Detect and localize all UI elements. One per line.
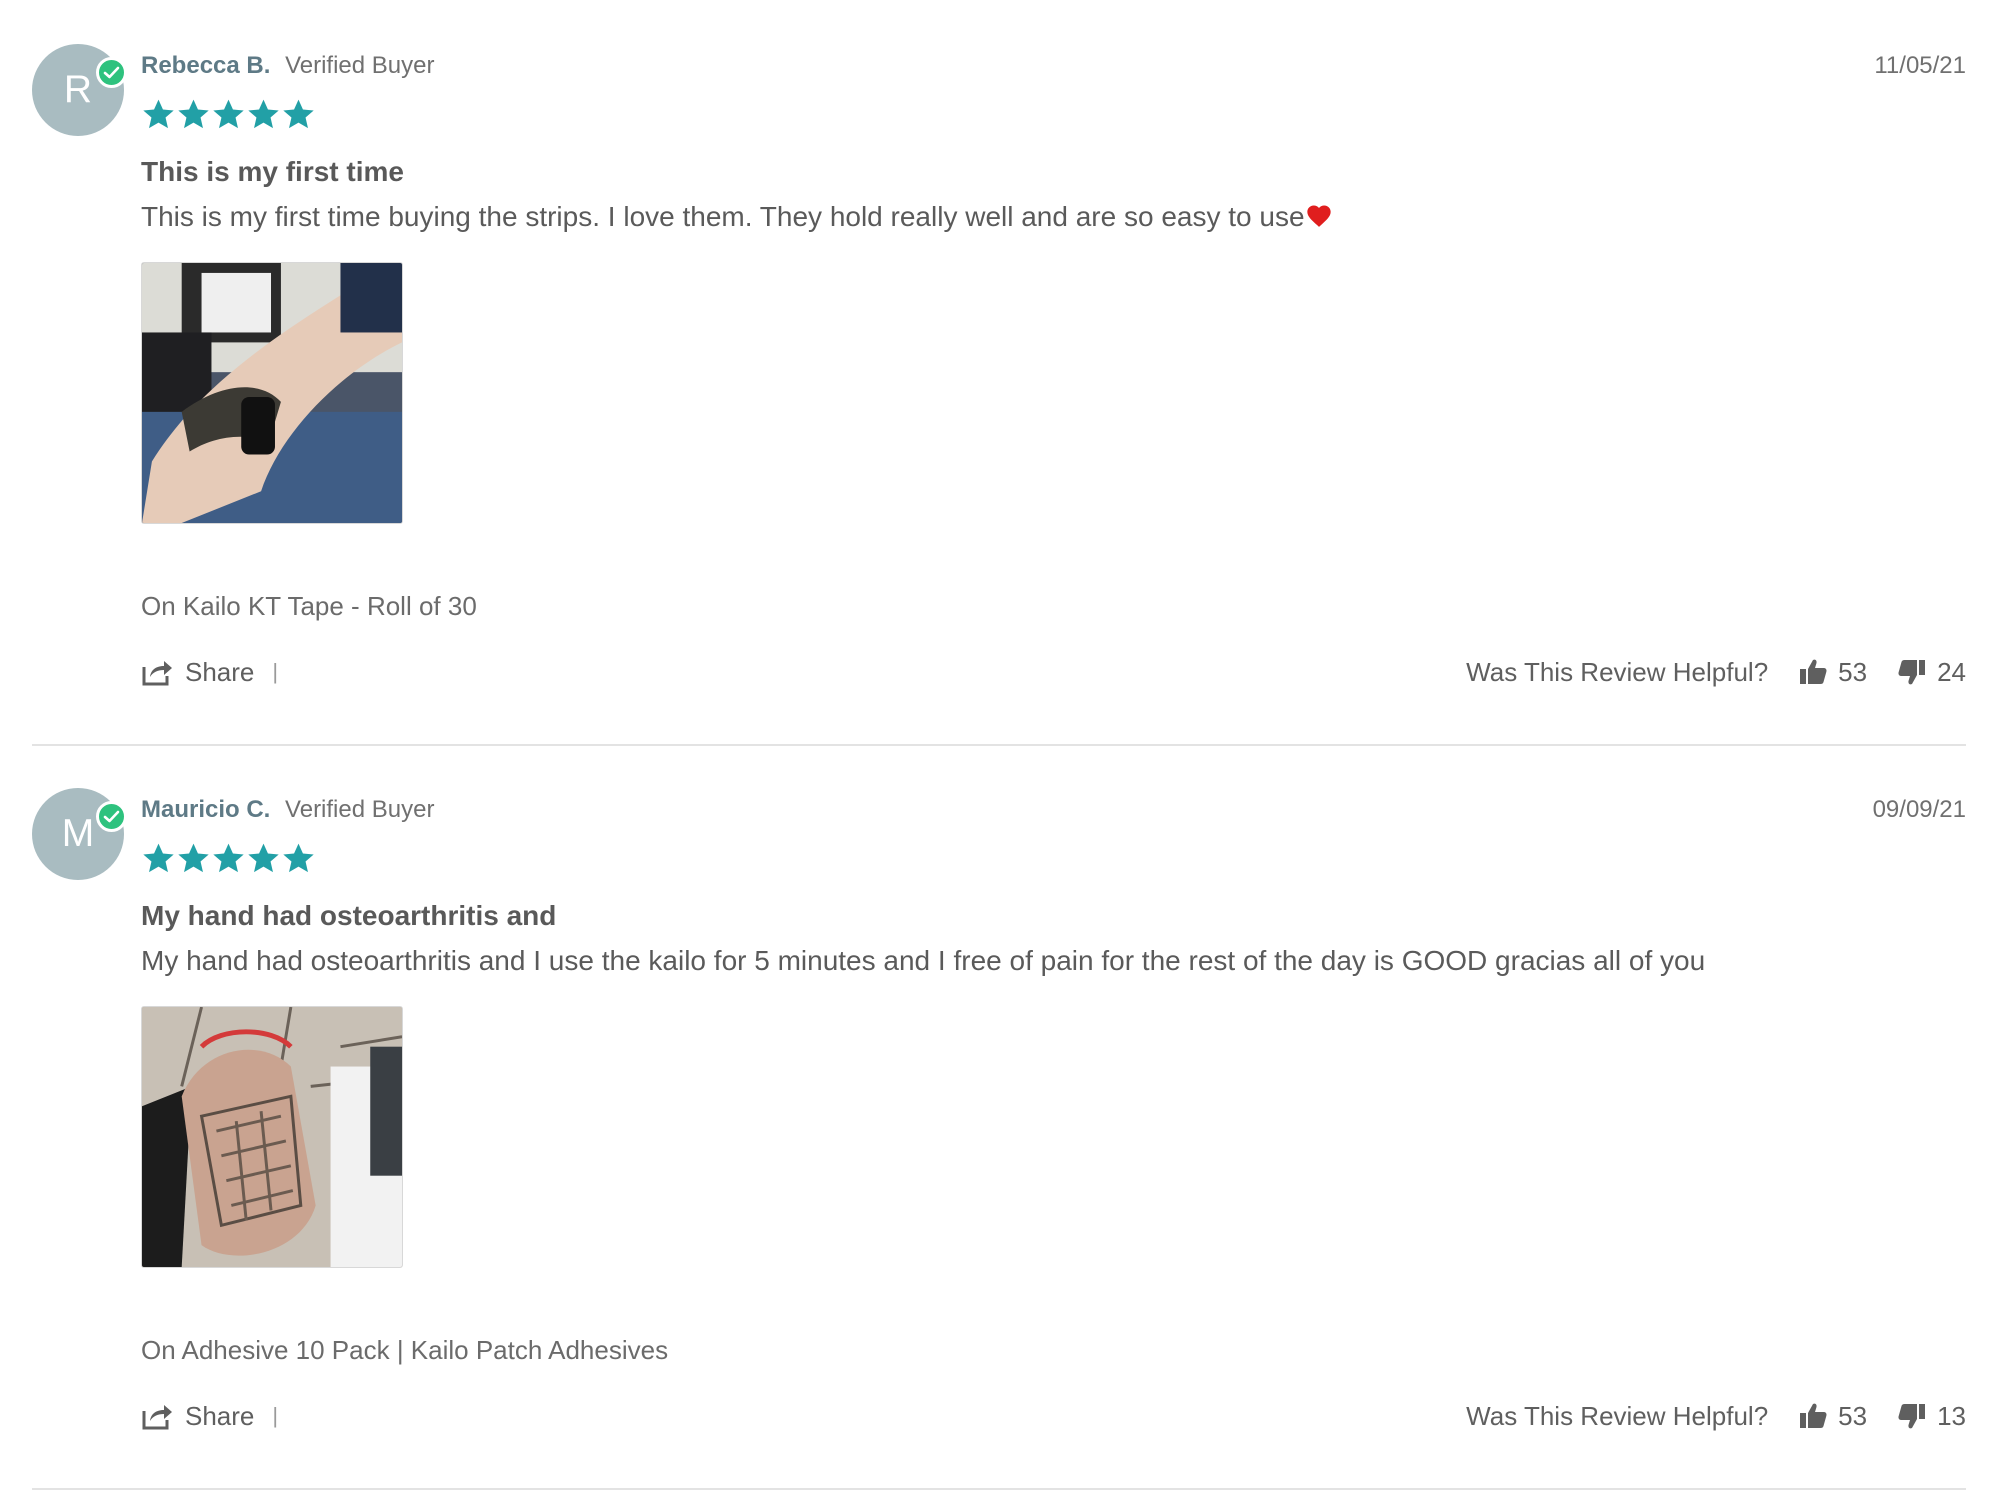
star-icon <box>176 97 211 132</box>
share-label: Share <box>185 1401 255 1431</box>
helpful-section: Was This Review Helpful? 53 13 <box>1466 1395 1966 1437</box>
star-icon <box>211 841 246 876</box>
review-body-text: This is my first time buying the strips.… <box>141 201 1305 232</box>
star-icon <box>246 97 281 132</box>
heart-icon <box>1305 202 1333 230</box>
divider: | <box>272 659 279 684</box>
thumbs-down-count: 24 <box>1937 657 1966 687</box>
thumbs-up-count: 53 <box>1838 657 1868 687</box>
share-icon <box>142 1405 172 1430</box>
verified-buyer-label: Verified Buyer <box>285 796 435 823</box>
star-rating <box>141 97 316 133</box>
verified-check-icon <box>96 801 127 832</box>
review-item: R Rebecca B. Verified Buyer 11/05/21 Thi… <box>32 0 1966 746</box>
review-date: 11/05/21 <box>1874 52 1966 79</box>
review-photo[interactable] <box>141 1006 403 1268</box>
review-footer: Share | Was This Review Helpful? 53 13 <box>141 1395 1966 1437</box>
thumbs-up-count: 53 <box>1838 1401 1868 1431</box>
thumbs-up-button[interactable]: 53 <box>1798 651 1867 693</box>
reviewer-name[interactable]: Rebecca B. <box>141 52 270 79</box>
star-icon <box>281 841 316 876</box>
share-button[interactable]: Share | <box>141 651 278 693</box>
avatar-initial: M <box>61 812 95 855</box>
review-body: This is my first time buying the strips.… <box>141 198 1333 236</box>
share-icon <box>142 661 172 686</box>
thumbs-down-button[interactable]: 13 <box>1897 1395 1966 1437</box>
star-rating <box>141 841 316 877</box>
review-date: 09/09/21 <box>1872 796 1966 823</box>
reviewer-info: Mauricio C. Verified Buyer <box>141 794 434 826</box>
thumbs-up-icon <box>1800 659 1827 684</box>
divider: | <box>272 1403 279 1428</box>
star-icon <box>176 841 211 876</box>
review-footer: Share | Was This Review Helpful? 53 24 <box>141 651 1966 693</box>
review-title: This is my first time <box>141 156 404 187</box>
helpful-label: Was This Review Helpful? <box>1466 1401 1769 1431</box>
review-body: My hand had osteoarthritis and I use the… <box>141 942 1705 980</box>
review-body-text: My hand had osteoarthritis and I use the… <box>141 945 1706 976</box>
product-name[interactable]: On Kailo KT Tape - Roll of 30 <box>141 589 477 623</box>
avatar-initial: R <box>63 68 93 111</box>
thumbs-up-icon <box>1800 1403 1827 1428</box>
product-name[interactable]: On Adhesive 10 Pack | Kailo Patch Adhesi… <box>141 1333 668 1367</box>
star-icon <box>246 841 281 876</box>
share-button[interactable]: Share | <box>141 1395 278 1437</box>
review-photo[interactable] <box>141 262 403 524</box>
review-item: M Mauricio C. Verified Buyer 09/09/21 My… <box>32 744 1966 1490</box>
thumbs-up-button[interactable]: 53 <box>1798 1395 1867 1437</box>
thumbs-down-button[interactable]: 24 <box>1897 651 1966 693</box>
star-icon <box>141 841 176 876</box>
thumbs-down-count: 13 <box>1937 1401 1966 1431</box>
helpful-section: Was This Review Helpful? 53 24 <box>1466 651 1966 693</box>
share-label: Share <box>185 657 255 687</box>
thumbs-down-icon <box>1898 660 1926 685</box>
star-icon <box>141 97 176 132</box>
verified-buyer-label: Verified Buyer <box>285 52 435 79</box>
reviewer-info: Rebecca B. Verified Buyer <box>141 50 435 82</box>
star-icon <box>211 97 246 132</box>
verified-check-icon <box>96 57 127 88</box>
star-icon <box>281 97 316 132</box>
review-title: My hand had osteoarthritis and <box>141 900 557 931</box>
helpful-label: Was This Review Helpful? <box>1466 657 1769 687</box>
reviewer-name[interactable]: Mauricio C. <box>141 796 270 823</box>
reviews-list: R Rebecca B. Verified Buyer 11/05/21 Thi… <box>0 0 2000 1500</box>
thumbs-down-icon <box>1898 1404 1926 1429</box>
